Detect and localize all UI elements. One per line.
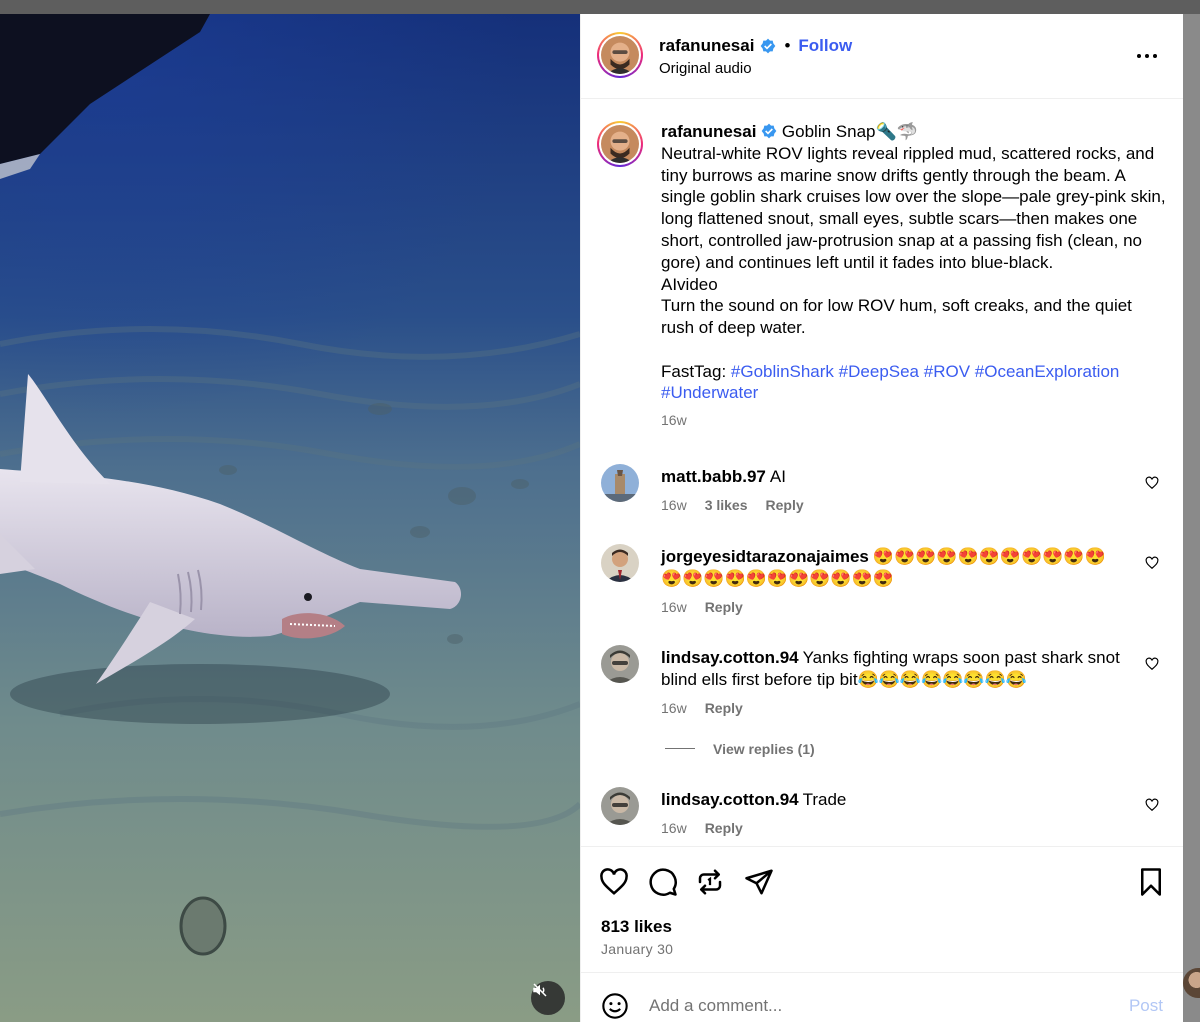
- more-options-icon[interactable]: [1137, 50, 1161, 62]
- comment-text: Trade: [802, 789, 847, 809]
- reply-button[interactable]: Reply: [705, 700, 743, 716]
- comment-username[interactable]: lindsay.cotton.94: [661, 648, 799, 667]
- avatar-image: [601, 36, 639, 74]
- reply-button[interactable]: Reply: [705, 820, 743, 836]
- comment-item: lindsay.cotton.94 Yanks fighting wraps so…: [597, 644, 1167, 716]
- comment-item: jorgeyesidtarazonajaimes 😍😍😍😍😍😍😍😍😍😍😍😍😍😍😍😍…: [597, 543, 1167, 615]
- like-comment-heart-icon[interactable]: [1145, 657, 1159, 671]
- commenter-avatar[interactable]: [601, 644, 639, 683]
- post-caption: rafanunesai Goblin Snap🔦🦈 Neutral-white …: [597, 120, 1167, 428]
- comment-text: AI: [769, 466, 786, 486]
- post-date[interactable]: January 30: [601, 941, 673, 957]
- comment-text-block: lindsay.cotton.94 Trade: [661, 787, 1123, 811]
- verified-badge-icon: [761, 38, 776, 54]
- bookmark-icon[interactable]: [1136, 867, 1166, 897]
- comment-meta: 16w Reply: [661, 700, 1167, 716]
- replies-divider-line: [665, 748, 695, 750]
- video-frame: [0, 14, 580, 1022]
- repost-icon[interactable]: [695, 867, 725, 897]
- post-side-panel: rafanunesai • Follow Original audio rafa…: [580, 14, 1183, 1022]
- hashtag-link[interactable]: #Underwater: [661, 383, 758, 402]
- like-comment-heart-icon[interactable]: [1145, 476, 1159, 490]
- comment-likes[interactable]: 3 likes: [705, 497, 748, 513]
- comment-meta: 16w Reply: [661, 820, 1167, 836]
- caption-text-block: rafanunesai Goblin Snap🔦🦈 Neutral-white …: [661, 121, 1167, 404]
- comment-timestamp[interactable]: 16w: [661, 599, 687, 615]
- emoji-icon[interactable]: [601, 992, 629, 1020]
- comment-item: matt.babb.97 AI 16w 3 likes Reply: [597, 463, 1167, 513]
- comment-username[interactable]: lindsay.cotton.94: [661, 790, 799, 809]
- header-user-row: rafanunesai • Follow: [659, 36, 852, 56]
- comment-input[interactable]: [649, 991, 1089, 1022]
- author-avatar[interactable]: [597, 32, 643, 78]
- mute-button[interactable]: [531, 981, 565, 1015]
- comment-timestamp[interactable]: 16w: [661, 820, 687, 836]
- post-dialog: rafanunesai • Follow Original audio rafa…: [0, 14, 1183, 1022]
- follow-button[interactable]: Follow: [798, 36, 852, 56]
- comment-text-block: jorgeyesidtarazonajaimes 😍😍😍😍😍😍😍😍😍😍😍😍😍😍😍😍…: [661, 544, 1123, 590]
- heart-icon[interactable]: [599, 867, 629, 897]
- background-page-strip: [1183, 14, 1200, 1022]
- comment-meta: 16w Reply: [661, 599, 1167, 615]
- comment-username[interactable]: matt.babb.97: [661, 467, 766, 486]
- hashtag-link[interactable]: #OceanExploration: [975, 362, 1120, 381]
- hashtag-link[interactable]: #GoblinShark: [731, 362, 834, 381]
- avatar-image: [601, 124, 639, 163]
- hashtag-link[interactable]: #DeepSea: [839, 362, 919, 381]
- verified-badge-icon: [761, 123, 777, 139]
- caption-timestamp[interactable]: 16w: [661, 412, 1167, 428]
- commenter-avatar[interactable]: [601, 543, 639, 582]
- view-replies-label: View replies (1): [713, 740, 815, 757]
- comment-text-block: lindsay.cotton.94 Yanks fighting wraps so…: [661, 645, 1123, 691]
- commenter-avatar[interactable]: [601, 786, 639, 825]
- caption-username[interactable]: rafanunesai: [661, 122, 756, 141]
- reply-button[interactable]: Reply: [766, 497, 804, 513]
- hashtag-link[interactable]: #ROV: [924, 362, 970, 381]
- comment-icon[interactable]: [648, 867, 678, 897]
- like-comment-heart-icon[interactable]: [1145, 556, 1159, 570]
- author-username[interactable]: rafanunesai: [659, 36, 754, 56]
- comments-scroll-area[interactable]: rafanunesai Goblin Snap🔦🦈 Neutral-white …: [581, 99, 1183, 846]
- comment-timestamp[interactable]: 16w: [661, 497, 687, 513]
- add-comment-bar: Post: [581, 972, 1183, 1022]
- reply-button[interactable]: Reply: [705, 599, 743, 615]
- likes-count[interactable]: 813 likes: [601, 917, 672, 937]
- post-actions: 813 likes January 30: [581, 846, 1183, 972]
- comment-meta: 16w 3 likes Reply: [661, 497, 1167, 513]
- caption-avatar[interactable]: [597, 120, 643, 167]
- commenter-avatar[interactable]: [601, 463, 639, 502]
- caption-text: Goblin Snap🔦🦈 Neutral-white ROV lights r…: [661, 121, 1166, 381]
- comment-timestamp[interactable]: 16w: [661, 700, 687, 716]
- post-header: rafanunesai • Follow Original audio: [581, 14, 1183, 99]
- post-video[interactable]: [0, 14, 580, 1022]
- audio-label[interactable]: Original audio: [659, 60, 752, 77]
- like-comment-heart-icon[interactable]: [1145, 798, 1159, 812]
- comment-item: lindsay.cotton.94 Trade 16w Reply: [597, 786, 1167, 836]
- post-comment-button[interactable]: Post: [1129, 996, 1163, 1016]
- separator-dot: •: [784, 36, 791, 55]
- share-icon[interactable]: [744, 867, 774, 897]
- muted-speaker-icon: [533, 983, 547, 997]
- comment-text-block: matt.babb.97 AI: [661, 464, 1123, 488]
- comment-username[interactable]: jorgeyesidtarazonajaimes: [661, 547, 869, 566]
- view-replies-button[interactable]: View replies (1): [665, 741, 815, 757]
